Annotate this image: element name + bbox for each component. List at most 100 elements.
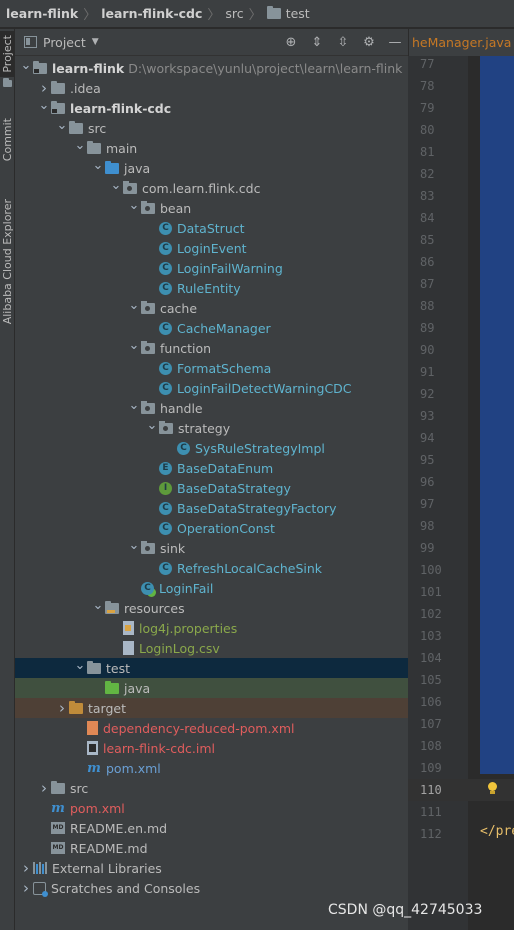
line-number: 105 — [420, 673, 442, 687]
tree-row[interactable]: MD README.en.md — [15, 818, 408, 838]
settings-icon[interactable]: ⚙ — [356, 29, 382, 56]
chevron-down-icon[interactable]: ⌄ — [127, 335, 141, 355]
tree-row[interactable]: C DataStruct — [15, 218, 408, 238]
chevron-down-icon[interactable]: ⌄ — [109, 175, 123, 195]
line-number: 92 — [420, 387, 435, 401]
collapse-all-icon[interactable]: ⇳ — [330, 29, 356, 56]
tree-item-label: pom.xml — [106, 760, 161, 776]
expand-all-icon[interactable]: ⇕ — [304, 29, 330, 56]
tree-row[interactable]: m pom.xml — [15, 798, 408, 818]
tree-item-label: LoginLog.csv — [139, 640, 220, 656]
tree-row[interactable]: ⌄ handle — [15, 398, 408, 418]
chevron-down-icon[interactable]: ⌄ — [19, 55, 33, 75]
tree-row[interactable]: C LoginFailDetectWarningCDC — [15, 378, 408, 398]
chevron-down-icon[interactable]: ⌄ — [91, 155, 105, 175]
tree-item-label: README.en.md — [70, 820, 168, 836]
line-number: 97 — [420, 497, 435, 511]
breadcrumb-item[interactable]: learn-flink-cdc — [101, 6, 202, 21]
breadcrumb-item[interactable]: test — [266, 6, 310, 21]
alibaba-cloud-explorer-tab[interactable]: Alibaba Cloud Explorer — [0, 189, 15, 334]
chevron-down-icon[interactable]: ⌄ — [127, 195, 141, 215]
tree-row[interactable]: ⌄ test — [15, 658, 408, 678]
lightbulb-icon[interactable] — [487, 782, 498, 796]
tree-item-label: pom.xml — [70, 800, 125, 816]
breadcrumb-label: test — [285, 6, 310, 21]
project-tool-tab[interactable]: Project — [0, 31, 15, 77]
commit-tool-tab[interactable]: Commit — [0, 109, 15, 171]
tree-row[interactable]: › src — [15, 778, 408, 798]
tree-row[interactable]: C RuleEntity — [15, 278, 408, 298]
tree-row[interactable]: › target — [15, 698, 408, 718]
editor-tab[interactable]: heManager.java — [408, 29, 514, 56]
chevron-right-icon[interactable]: › — [19, 878, 33, 898]
tree-item-label: java — [124, 680, 151, 696]
tree-row[interactable]: ⌄ learn-flink-cdc — [15, 98, 408, 118]
tree-row[interactable]: C RefreshLocalCacheSink — [15, 558, 408, 578]
tree-row[interactable]: ⌄ function — [15, 338, 408, 358]
chevron-down-icon[interactable]: ⌄ — [37, 95, 51, 115]
tree-item-label: log4j.properties — [139, 620, 238, 636]
folder-icon — [51, 780, 65, 794]
breadcrumb-item[interactable]: src — [225, 6, 243, 21]
tree-row[interactable]: › Scratches and Consoles — [15, 878, 408, 898]
tree-row[interactable]: E BaseDataEnum — [15, 458, 408, 478]
tree-row[interactable]: › .idea — [15, 78, 408, 98]
tree-row[interactable]: C OperationConst — [15, 518, 408, 538]
tree-row[interactable]: ⌄ resources — [15, 598, 408, 618]
chevron-down-icon[interactable]: ⌄ — [91, 595, 105, 615]
line-number: 82 — [420, 167, 435, 181]
tree-item-label: sink — [160, 540, 186, 556]
tree-item-label: CacheManager — [177, 320, 271, 336]
chevron-down-icon[interactable]: ⌄ — [73, 135, 87, 155]
tree-item-label: OperationConst — [177, 520, 275, 536]
tree-row[interactable]: ⌄ strategy — [15, 418, 408, 438]
tree-row[interactable]: ⌄ sink — [15, 538, 408, 558]
tree-row[interactable]: › External Libraries — [15, 858, 408, 878]
locate-icon[interactable]: ⊕ — [278, 29, 304, 56]
tree-row[interactable]: ⌄ bean — [15, 198, 408, 218]
tree-row[interactable]: C LoginFailWarning — [15, 258, 408, 278]
class-icon: C — [159, 261, 172, 275]
chevron-right-icon[interactable]: › — [19, 858, 33, 878]
tree-item-label: DataStruct — [177, 220, 245, 236]
tree-row[interactable]: C LoginFail — [15, 578, 408, 598]
chevron-down-icon[interactable]: ⌄ — [145, 415, 159, 435]
tree-row[interactable]: dependency-reduced-pom.xml — [15, 718, 408, 738]
tree-row[interactable]: ⌄ main — [15, 138, 408, 158]
tree-row[interactable]: C LoginEvent — [15, 238, 408, 258]
chevron-down-icon[interactable]: ⌄ — [127, 295, 141, 315]
tree-row[interactable]: C SysRuleStrategyImpl — [15, 438, 408, 458]
tree-row[interactable]: java — [15, 678, 408, 698]
tree-row[interactable]: log4j.properties — [15, 618, 408, 638]
chevron-down-icon[interactable]: ⌄ — [127, 535, 141, 555]
chevron-right-icon[interactable]: › — [37, 778, 51, 798]
line-number: 79 — [420, 101, 435, 115]
breadcrumb-label: learn-flink — [6, 6, 79, 21]
tree-row[interactable]: C CacheManager — [15, 318, 408, 338]
hide-icon[interactable]: — — [382, 29, 408, 56]
tree-row[interactable]: C BaseDataStrategyFactory — [15, 498, 408, 518]
tree-row[interactable]: C FormatSchema — [15, 358, 408, 378]
tree-row[interactable]: I BaseDataStrategy — [15, 478, 408, 498]
breadcrumb-item[interactable]: learn-flink — [6, 6, 78, 21]
line-number: 85 — [420, 233, 435, 247]
line-number: 94 — [420, 431, 435, 445]
line-number: 107 — [420, 717, 442, 731]
tree-row[interactable]: ⌄ cache — [15, 298, 408, 318]
tree-row[interactable]: learn-flink-cdc.iml — [15, 738, 408, 758]
interface-icon: I — [159, 481, 172, 495]
package-icon — [141, 340, 155, 354]
chevron-down-icon[interactable]: ⌄ — [73, 655, 87, 675]
tree-row[interactable]: m pom.xml — [15, 758, 408, 778]
project-view-selector[interactable]: Project ▼ — [24, 35, 99, 50]
module-folder-icon — [51, 100, 65, 114]
tree-item-label: learn-flink — [52, 60, 125, 76]
chevron-down-icon[interactable]: ⌄ — [127, 395, 141, 415]
tree-row[interactable]: ⌄ java — [15, 158, 408, 178]
tree-row[interactable]: ⌄ learn-flink D:\workspace\yunlu\project\l… — [15, 58, 408, 78]
chevron-right-icon[interactable]: › — [55, 698, 69, 718]
chevron-down-icon[interactable]: ⌄ — [55, 115, 69, 135]
tree-row[interactable]: MD README.md — [15, 838, 408, 858]
tree-row[interactable]: ⌄ com.learn.flink.cdc — [15, 178, 408, 198]
